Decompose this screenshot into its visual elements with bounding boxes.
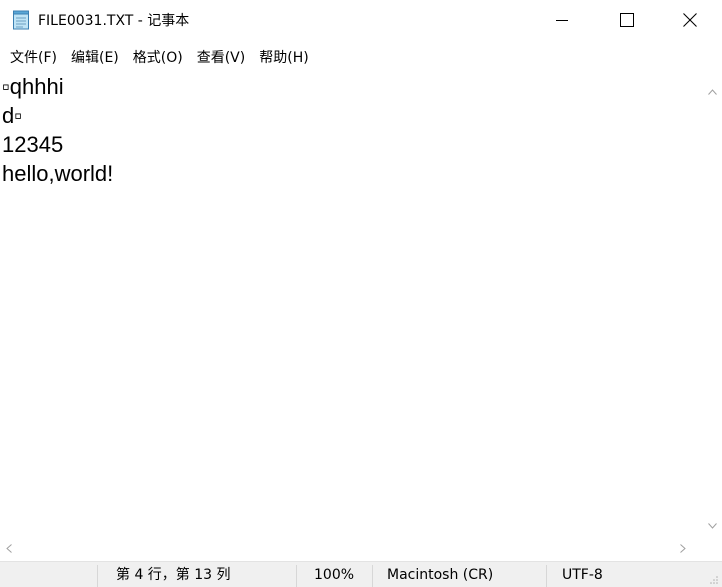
- maximize-button[interactable]: [604, 0, 650, 40]
- resize-grip-icon[interactable]: [707, 572, 719, 587]
- vertical-scrollbar[interactable]: [703, 72, 722, 534]
- editor-line: 12345: [2, 132, 64, 157]
- editor-line: hello,world!: [2, 161, 114, 186]
- scroll-down-icon[interactable]: [708, 514, 717, 533]
- menu-view[interactable]: 查看(V): [191, 45, 252, 69]
- scroll-right-icon[interactable]: [680, 538, 686, 557]
- editor-line: ▫qhhhi: [2, 74, 64, 99]
- title-bar[interactable]: FILE0031.TXT - 记事本: [0, 0, 722, 40]
- notepad-icon: [12, 10, 30, 30]
- encoding: UTF-8: [562, 567, 603, 583]
- menu-edit[interactable]: 编辑(E): [65, 45, 125, 69]
- menu-file[interactable]: 文件(F): [4, 45, 63, 69]
- menu-bar: 文件(F) 编辑(E) 格式(O) 查看(V) 帮助(H): [0, 44, 722, 70]
- status-divider: [296, 565, 297, 587]
- cursor-position: 第 4 行，第 13 列: [116, 567, 231, 583]
- menu-help[interactable]: 帮助(H): [253, 45, 314, 69]
- scroll-up-icon[interactable]: [708, 80, 717, 99]
- horizontal-scrollbar[interactable]: [0, 534, 722, 553]
- close-button[interactable]: [667, 0, 713, 40]
- editor-line: d▫: [2, 103, 23, 128]
- maximize-icon: [620, 13, 634, 27]
- scroll-left-icon[interactable]: [6, 538, 12, 557]
- status-divider: [546, 565, 547, 587]
- minimize-button[interactable]: [539, 0, 585, 40]
- status-divider: [97, 565, 98, 587]
- window-title: FILE0031.TXT - 记事本: [38, 13, 190, 29]
- close-icon: [683, 13, 697, 27]
- menu-format[interactable]: 格式(O): [127, 45, 189, 69]
- minimize-icon: [556, 14, 568, 26]
- line-ending: Macintosh (CR): [387, 567, 494, 583]
- text-editor[interactable]: ▫qhhhi d▫ 12345 hello,world!: [0, 72, 703, 534]
- zoom-level: 100%: [314, 567, 355, 583]
- status-divider: [372, 565, 373, 587]
- status-bar: 第 4 行，第 13 列 100% Macintosh (CR) UTF-8: [0, 561, 722, 587]
